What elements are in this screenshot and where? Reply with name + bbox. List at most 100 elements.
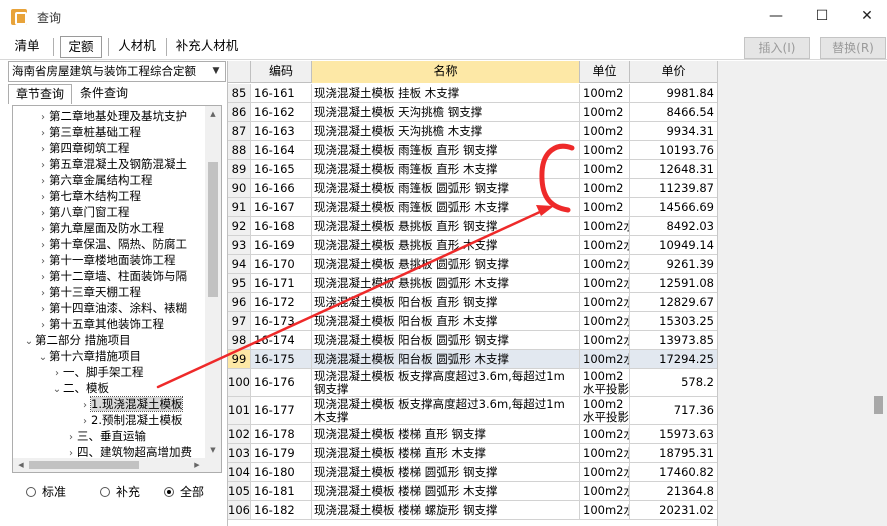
table-row[interactable]: 94 16-170 现浇混凝土模板 悬挑板 圆弧形 钢支撑 100m2水 9261.39 — [228, 255, 717, 274]
header-price[interactable]: 单价 — [630, 61, 717, 83]
tree-item[interactable]: › 第二章地基处理及基坑支护 — [37, 108, 187, 124]
tree-item[interactable]: › 第六章金属结构工程 — [37, 172, 153, 188]
header-row-number[interactable] — [228, 61, 251, 83]
scroll-thumb[interactable] — [29, 461, 139, 469]
tree-item[interactable]: › 第五章混凝土及钢筋混凝土 — [37, 156, 187, 172]
row-number-cell: 93 — [228, 236, 251, 254]
tree-item-selected[interactable]: › 1.现浇混凝土模板 — [79, 396, 184, 412]
table-row[interactable]: 87 16-163 现浇混凝土模板 天沟挑檐 木支撑 100m2 9934.31 — [228, 122, 717, 141]
tree-vertical-scrollbar[interactable]: ▲ ▼ — [205, 106, 221, 472]
radio-circle-icon[interactable] — [26, 487, 36, 497]
row-number-cell: 88 — [228, 141, 251, 159]
close-button[interactable]: ✕ — [857, 6, 877, 26]
table-row[interactable]: 105 16-181 现浇混凝土模板 楼梯 圆弧形 木支撑 100m2水 21364.8 — [228, 482, 717, 501]
header-unit[interactable]: 单位 — [580, 61, 630, 83]
code-cell: 16-167 — [251, 198, 312, 216]
scroll-thumb[interactable] — [874, 396, 883, 414]
table-row[interactable]: 96 16-172 现浇混凝土模板 阳台板 直形 钢支撑 100m2水 12829.67 — [228, 293, 717, 312]
table-row[interactable]: 102 16-178 现浇混凝土模板 楼梯 直形 钢支撑 100m2水 15973.63 — [228, 425, 717, 444]
maximize-button[interactable]: ☐ — [812, 6, 832, 26]
table-row[interactable]: 92 16-168 现浇混凝土模板 悬挑板 直形 钢支撑 100m2水 8492.03 — [228, 217, 717, 236]
tree-item[interactable]: ⌄ 第二部分 措施项目 — [23, 332, 131, 348]
tab-condition-query[interactable]: 条件查询 — [74, 84, 134, 104]
table-row[interactable]: 91 16-167 现浇混凝土模板 雨篷板 圆弧形 木支撑 100m2 14566.69 — [228, 198, 717, 217]
radio-standard[interactable]: 标准 — [26, 484, 66, 500]
table-row[interactable]: 86 16-162 现浇混凝土模板 天沟挑檐 钢支撑 100m2 8466.54 — [228, 103, 717, 122]
code-cell: 16-161 — [251, 84, 312, 102]
radio-all[interactable]: 全部 — [164, 484, 204, 500]
chevron-down-icon[interactable]: ⌄ — [23, 334, 35, 350]
scroll-down-icon[interactable]: ▼ — [205, 442, 221, 458]
name-cell: 现浇混凝土模板 天沟挑檐 钢支撑 — [312, 103, 580, 121]
table-row[interactable]: 93 16-169 现浇混凝土模板 悬挑板 直形 木支撑 100m2水 10949.14 — [228, 236, 717, 255]
tab-materials[interactable]: 人材机 — [114, 36, 160, 58]
tab-quota[interactable]: 定额 — [60, 36, 102, 58]
table-row[interactable]: 100 16-176 现浇混凝土模板 板支撑高度超过3.6m,每超过1m 钢支撑 10… — [228, 369, 717, 397]
tree-item[interactable]: › 第十三章天棚工程 — [37, 284, 141, 300]
table-row[interactable]: 95 16-171 现浇混凝土模板 悬挑板 圆弧形 木支撑 100m2水 12591.0… — [228, 274, 717, 293]
code-cell: 16-175 — [251, 350, 312, 368]
table-row[interactable]: 104 16-180 现浇混凝土模板 楼梯 圆弧形 钢支撑 100m2水 17460.8… — [228, 463, 717, 482]
table-row[interactable]: 90 16-166 现浇混凝土模板 雨篷板 圆弧形 钢支撑 100m2 11239.87 — [228, 179, 717, 198]
radio-selected-icon[interactable] — [164, 487, 174, 497]
tree-item[interactable]: › 2.预制混凝土模板 — [79, 412, 182, 428]
unit-cell: 100m2水平投影面 — [580, 397, 630, 424]
code-cell: 16-174 — [251, 331, 312, 349]
tree-item[interactable]: › 第九章屋面及防水工程 — [37, 220, 164, 236]
tree-item[interactable]: › 第四章砌筑工程 — [37, 140, 130, 156]
table-row[interactable]: 101 16-177 现浇混凝土模板 板支撑高度超过3.6m,每超过1m 木支撑 10… — [228, 397, 717, 425]
quota-library-select[interactable]: 海南省房屋建筑与装饰工程综合定额 ▼ — [8, 61, 226, 82]
unit-cell: 100m2 — [580, 103, 630, 121]
table-row[interactable]: 99 16-175 现浇混凝土模板 阳台板 圆弧形 木支撑 100m2水 17294.2… — [228, 350, 717, 369]
tab-supplement-materials[interactable]: 补充人材机 — [172, 36, 242, 58]
tree-item[interactable]: › 第八章门窗工程 — [37, 204, 130, 220]
price-cell: 14566.69 — [630, 198, 717, 216]
tab-chapter-query[interactable]: 章节查询 — [8, 84, 72, 104]
insert-button[interactable]: 插入(I) — [744, 37, 810, 59]
unit-cell: 100m2 — [580, 122, 630, 140]
scroll-thumb[interactable] — [208, 162, 218, 297]
price-cell: 10193.76 — [630, 141, 717, 159]
tree-item[interactable]: › 第十一章楼地面装饰工程 — [37, 252, 176, 268]
scroll-right-icon[interactable]: ▶ — [189, 457, 205, 472]
chevron-down-icon[interactable]: ⌄ — [51, 382, 63, 398]
tree-item[interactable]: › 第七章木结构工程 — [37, 188, 141, 204]
replace-button[interactable]: 替换(R) — [820, 37, 886, 59]
chevron-down-icon[interactable]: ⌄ — [37, 350, 49, 366]
scroll-up-icon[interactable]: ▲ — [205, 106, 221, 122]
tree-item[interactable]: › 第十章保温、隔热、防腐工 — [37, 236, 187, 252]
code-cell: 16-165 — [251, 160, 312, 178]
table-row[interactable]: 97 16-173 现浇混凝土模板 阳台板 直形 木支撑 100m2水 15303.25 — [228, 312, 717, 331]
table-row[interactable]: 106 16-182 现浇混凝土模板 楼梯 螺旋形 钢支撑 100m2水 20231.0… — [228, 501, 717, 520]
table-vertical-scrollbar[interactable] — [870, 61, 887, 526]
name-cell: 现浇混凝土模板 天沟挑檐 木支撑 — [312, 122, 580, 140]
tree-horizontal-scrollbar[interactable]: ◀ ▶ — [13, 458, 205, 472]
tree-item[interactable]: › 第十四章油漆、涂料、裱糊 — [37, 300, 187, 316]
tree-item[interactable]: › 三、垂直运输 — [65, 428, 146, 444]
table-row[interactable]: 98 16-174 现浇混凝土模板 阳台板 圆弧形 钢支撑 100m2水 13973.8… — [228, 331, 717, 350]
radio-circle-icon[interactable] — [100, 487, 110, 497]
unit-cell: 100m2 — [580, 160, 630, 178]
name-cell: 现浇混凝土模板 阳台板 直形 钢支撑 — [312, 293, 580, 311]
header-code[interactable]: 编码 — [251, 61, 312, 83]
table-row[interactable]: 103 16-179 现浇混凝土模板 楼梯 直形 木支撑 100m2水 18795.31 — [228, 444, 717, 463]
scroll-left-icon[interactable]: ◀ — [13, 457, 29, 472]
price-cell: 20231.02 — [630, 501, 717, 519]
tab-bill[interactable]: 清单 — [8, 36, 46, 58]
header-name[interactable]: 名称 — [312, 61, 580, 83]
tree-item[interactable]: › 第十二章墙、柱面装饰与隔 — [37, 268, 187, 284]
minimize-button[interactable]: — — [766, 6, 786, 26]
table-row[interactable]: 85 16-161 现浇混凝土模板 挂板 木支撑 100m2 9981.84 — [228, 84, 717, 103]
tree-item[interactable]: ⌄ 二、模板 — [51, 380, 109, 396]
radio-supplement[interactable]: 补充 — [100, 484, 140, 500]
table-row[interactable]: 89 16-165 现浇混凝土模板 雨篷板 直形 木支撑 100m2 12648.31 — [228, 160, 717, 179]
tree-item[interactable]: › 第三章桩基础工程 — [37, 124, 141, 140]
chevron-down-icon[interactable]: ▼ — [209, 62, 223, 81]
unit-cell: 100m2水 — [580, 312, 630, 330]
row-number-cell: 105 — [228, 482, 251, 500]
tree-item[interactable]: › 第十五章其他装饰工程 — [37, 316, 164, 332]
tree-item[interactable]: › 一、脚手架工程 — [51, 364, 144, 380]
tree-item[interactable]: ⌄ 第十六章措施项目 — [37, 348, 141, 364]
table-row[interactable]: 88 16-164 现浇混凝土模板 雨篷板 直形 钢支撑 100m2 10193.76 — [228, 141, 717, 160]
price-cell: 13973.85 — [630, 331, 717, 349]
